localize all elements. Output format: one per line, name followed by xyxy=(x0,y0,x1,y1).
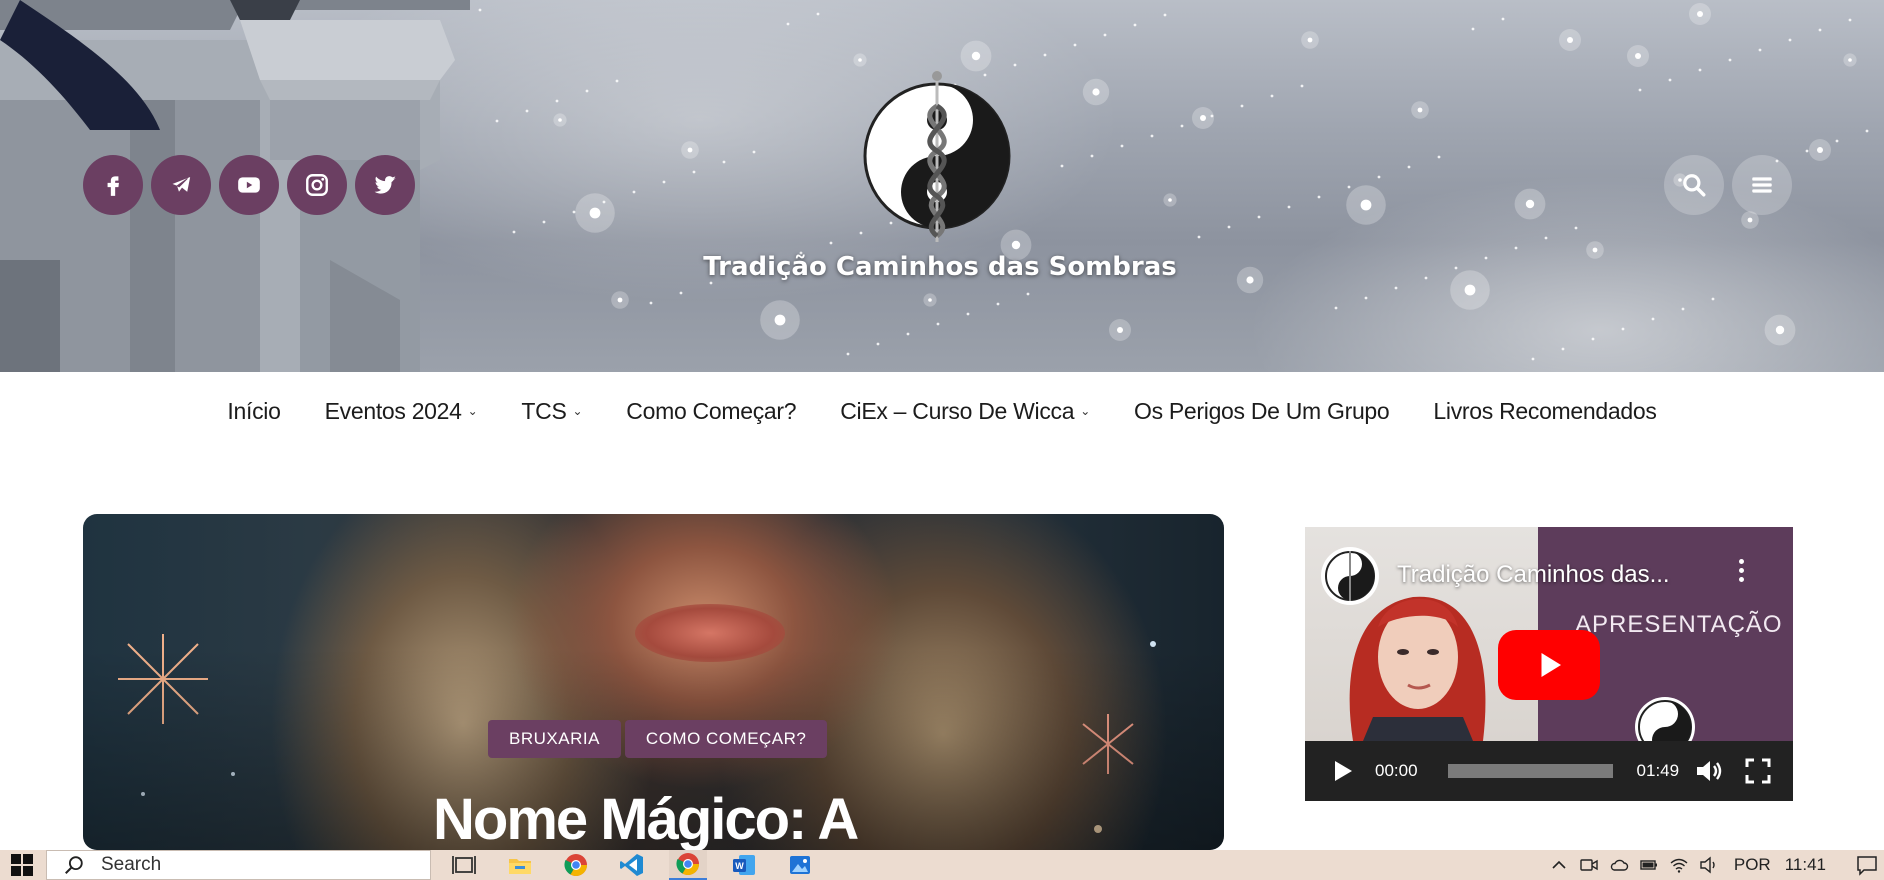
youtube-play-button[interactable] xyxy=(1498,630,1600,700)
cloud-icon xyxy=(1610,859,1629,871)
chrome-active-button[interactable] xyxy=(669,850,707,880)
file-explorer-button[interactable] xyxy=(501,850,539,880)
search-button[interactable] xyxy=(1664,155,1724,215)
post-categories: BRUXARIA COMO COMEÇAR? xyxy=(488,720,828,758)
task-view-button[interactable] xyxy=(445,850,483,880)
notification-icon xyxy=(1857,856,1877,876)
volume-icon[interactable] xyxy=(1695,758,1723,784)
chevron-down-icon: ⌄ xyxy=(1080,404,1090,418)
telegram-button[interactable] xyxy=(151,155,211,215)
nav-item-inicio[interactable]: Início xyxy=(227,398,280,425)
video-more-icon[interactable] xyxy=(1737,559,1745,585)
header-actions xyxy=(1664,155,1792,215)
windows-icon xyxy=(11,854,33,876)
taskbar-search[interactable]: Search xyxy=(46,850,431,880)
nav-item-como-comecar[interactable]: Como Começar? xyxy=(626,398,796,425)
instagram-button[interactable] xyxy=(287,155,347,215)
video-current-time: 00:00 xyxy=(1375,761,1418,780)
nav-item-label: Como Começar? xyxy=(626,397,797,424)
clock[interactable]: 11:41 xyxy=(1785,855,1826,875)
video-progress-bar[interactable] xyxy=(1447,764,1613,778)
site-logo[interactable] xyxy=(862,66,1012,246)
category-badge[interactable]: COMO COMEÇAR? xyxy=(624,720,828,758)
telegram-icon xyxy=(170,175,192,194)
facebook-icon xyxy=(107,176,119,196)
speaker-icon xyxy=(1700,856,1715,874)
chrome-button[interactable] xyxy=(557,850,595,880)
nav-item-eventos-2024[interactable]: Eventos 2024 ⌄ xyxy=(325,398,478,425)
taskbar-search-placeholder: Search xyxy=(101,854,162,875)
play-icon xyxy=(1541,653,1561,677)
nav-item-label: Início xyxy=(227,397,281,424)
youtube-icon xyxy=(238,177,260,193)
site-title[interactable]: Tradição Caminhos das Sombras xyxy=(640,252,1240,282)
taskbar-apps: W xyxy=(445,850,819,880)
channel-avatar[interactable] xyxy=(1321,547,1379,605)
youtube-button[interactable] xyxy=(219,155,279,215)
menu-icon xyxy=(1752,177,1772,193)
chrome-active-icon xyxy=(676,853,699,875)
fullscreen-icon[interactable] xyxy=(1745,758,1771,784)
post-title[interactable]: Nome Mágico: A xyxy=(433,786,859,850)
windows-taskbar: Search W POR 11:41 xyxy=(0,850,1884,880)
video-controls: 00:00 01:49 xyxy=(1305,741,1793,801)
chrome-icon xyxy=(564,854,587,876)
chevron-down-icon: ⌄ xyxy=(467,404,478,418)
onedrive-button[interactable] xyxy=(1604,850,1634,880)
wifi-button[interactable] xyxy=(1664,850,1694,880)
twitter-button[interactable] xyxy=(355,155,415,215)
chevron-up-icon xyxy=(1552,860,1566,869)
nav-item-label: TCS xyxy=(521,397,567,424)
chevron-down-icon: ⌄ xyxy=(572,404,583,418)
video-duration: 01:49 xyxy=(1636,761,1680,780)
channel-logo-icon xyxy=(1325,551,1375,601)
page: Tradição Caminhos das Sombras Início Eve… xyxy=(0,0,1884,880)
category-badge[interactable]: BRUXARIA xyxy=(488,720,621,758)
word-icon: W xyxy=(733,855,755,875)
battery-icon xyxy=(1640,860,1657,870)
nav-item-label: Livros Recomendados xyxy=(1433,397,1657,424)
wifi-icon xyxy=(1670,858,1688,873)
show-hidden-icons-button[interactable] xyxy=(1544,850,1574,880)
video-player[interactable]: Tradição Caminhos das... APRESENTAÇÃO 00… xyxy=(1305,527,1793,801)
instagram-icon xyxy=(306,174,328,196)
facebook-button[interactable] xyxy=(83,155,143,215)
battery-button[interactable] xyxy=(1634,850,1664,880)
twitter-icon xyxy=(374,176,396,194)
meet-now-button[interactable] xyxy=(1574,850,1604,880)
play-icon[interactable] xyxy=(1333,760,1353,782)
file-explorer-icon xyxy=(509,859,531,874)
video-title[interactable]: Tradição Caminhos das... xyxy=(1397,561,1670,589)
nav-item-label: CiEx – Curso De Wicca xyxy=(840,397,1075,424)
video-overlay-text: APRESENTAÇÃO xyxy=(1575,611,1783,638)
nav-item-livros[interactable]: Livros Recomendados xyxy=(1433,398,1656,425)
vscode-button[interactable] xyxy=(613,850,651,880)
site-header: Tradição Caminhos das Sombras xyxy=(0,0,1884,372)
vscode-icon xyxy=(620,854,643,876)
word-button[interactable]: W xyxy=(725,850,763,880)
system-tray: POR 11:41 xyxy=(1544,850,1884,880)
search-icon xyxy=(1683,174,1706,197)
input-language[interactable]: POR xyxy=(1734,855,1771,875)
social-links xyxy=(83,155,415,215)
nav-item-tcs[interactable]: TCS ⌄ xyxy=(521,398,582,425)
start-button[interactable] xyxy=(0,850,44,880)
task-view-icon xyxy=(452,856,476,874)
nav-item-perigos-grupo[interactable]: Os Perigos De Um Grupo xyxy=(1133,397,1390,425)
nav-item-label: Os Perigos De Um Grupo xyxy=(1133,397,1390,424)
main-navigation: Início Eventos 2024 ⌄ TCS ⌄ Como Começar? … xyxy=(0,372,1884,450)
svg-text:W: W xyxy=(735,861,744,871)
photos-icon xyxy=(790,856,810,874)
nav-item-ciex-curso[interactable]: CiEx – Curso De Wicca ⌄ xyxy=(840,398,1090,425)
menu-button[interactable] xyxy=(1732,155,1792,215)
nav-item-label: Eventos 2024 xyxy=(324,397,462,424)
volume-button[interactable] xyxy=(1694,850,1724,880)
photos-button[interactable] xyxy=(781,850,819,880)
camera-icon xyxy=(1580,859,1598,871)
featured-post[interactable]: BRUXARIA COMO COMEÇAR? Nome Mágico: A xyxy=(83,514,1224,850)
notifications-button[interactable] xyxy=(1850,850,1884,880)
search-icon xyxy=(65,856,83,874)
